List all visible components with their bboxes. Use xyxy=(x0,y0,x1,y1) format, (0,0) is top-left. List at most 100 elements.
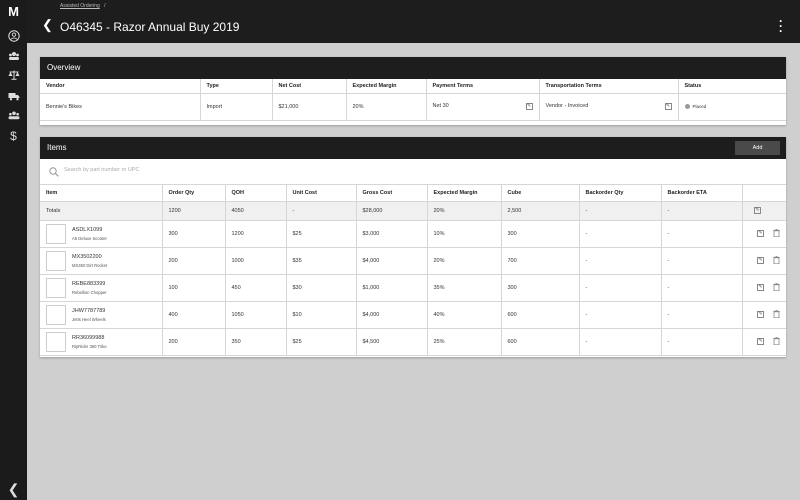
col-net-cost: Net Cost xyxy=(272,79,347,94)
edit-transport-terms-icon[interactable]: ✎ xyxy=(664,103,672,110)
overview-card: Overview Vendor Type Net Cost Expected M… xyxy=(40,57,786,125)
edit-icon[interactable]: ✎ xyxy=(757,257,764,264)
col-payment-terms: Payment Terms xyxy=(426,79,540,94)
edit-icon[interactable]: ✎ xyxy=(757,338,764,345)
trash-icon[interactable] xyxy=(773,282,780,293)
item-cell: MX3502200 MX350 Dirt Rocket xyxy=(40,247,163,275)
app-logo[interactable]: M xyxy=(0,5,27,19)
group-icon[interactable] xyxy=(0,51,27,65)
edit-totals-icon[interactable]: ✎ xyxy=(753,207,761,214)
item-backorder-qty: - xyxy=(579,247,662,275)
edit-payment-terms-icon[interactable]: ✎ xyxy=(525,103,533,110)
col-backorder-eta: Backorder ETA xyxy=(661,185,743,202)
totals-qoh: 4050 xyxy=(225,201,287,221)
status-cell: Placed xyxy=(678,93,786,121)
status-badge: Placed xyxy=(692,103,707,109)
item-gross-cost: $4,000 xyxy=(356,301,428,329)
item-actions: ✎ xyxy=(742,247,786,275)
item-thumbnail xyxy=(46,331,66,352)
table-row[interactable]: RR36099988 RipRider 360 Trike 200 350 $25 $4,… xyxy=(40,328,786,356)
item-cube: 600 xyxy=(501,301,580,329)
item-margin: 40% xyxy=(427,301,502,329)
item-actions: ✎ xyxy=(742,328,786,356)
col-order-qty: Order Qty xyxy=(162,185,226,202)
item-gross-cost: $3,000 xyxy=(356,220,428,248)
item-thumbnail xyxy=(46,250,66,271)
item-backorder-eta: - xyxy=(661,220,743,248)
totals-margin: 20% xyxy=(427,201,502,221)
table-row[interactable]: REBE883399 Rebellion Chopper 100 450 $30 $1,0… xyxy=(40,274,786,302)
item-cube: 300 xyxy=(501,274,580,302)
item-order-qty: 200 xyxy=(162,247,226,275)
item-qoh: 1050 xyxy=(225,301,287,329)
type-value: Import xyxy=(200,93,273,121)
item-gross-cost: $1,000 xyxy=(356,274,428,302)
overview-table: Vendor Type Net Cost Expected Margin Pay… xyxy=(40,79,786,121)
item-sku[interactable]: MX3502200 xyxy=(72,254,107,260)
item-backorder-qty: - xyxy=(579,274,662,302)
item-cell: JHW7787789 Jetts Heel Wheels xyxy=(40,301,163,329)
item-sku[interactable]: JHW7787789 xyxy=(72,308,106,314)
col-transportation-terms: Transportation Terms xyxy=(539,79,679,94)
item-qoh: 1000 xyxy=(225,247,287,275)
item-description: Jetts Heel Wheels xyxy=(72,316,106,322)
collapse-rail-icon[interactable]: ❮ xyxy=(0,482,27,496)
overview-title: Overview xyxy=(40,57,786,79)
add-item-button[interactable]: Add xyxy=(735,141,780,155)
page-title: O46345 - Razor Annual Buy 2019 xyxy=(60,20,240,34)
breadcrumb: Assisted Ordering / xyxy=(60,3,106,9)
item-backorder-eta: - xyxy=(661,247,743,275)
payment-terms-cell: Net 30 ✎ xyxy=(426,93,540,121)
item-margin: 20% xyxy=(427,247,502,275)
item-cell: ASDLX1099 A5 Deluxe Scooter xyxy=(40,220,163,248)
item-sku[interactable]: ASDLX1099 xyxy=(72,227,107,233)
person-icon[interactable] xyxy=(0,30,27,46)
table-row[interactable]: MX3502200 MX350 Dirt Rocket 200 1000 $35 $4,0… xyxy=(40,247,786,275)
item-actions: ✎ xyxy=(742,301,786,329)
col-qoh: QOH xyxy=(225,185,287,202)
breadcrumb-link-assisted-ordering[interactable]: Assisted Ordering xyxy=(60,3,100,9)
item-description: MX350 Dirt Rocket xyxy=(72,262,108,268)
overview-row: Bennie's Bikes Import $21,000 20% Net 30… xyxy=(40,93,786,121)
edit-icon[interactable]: ✎ xyxy=(757,230,764,237)
item-backorder-eta: - xyxy=(661,274,743,302)
item-description: A5 Deluxe Scooter xyxy=(72,235,107,241)
item-cube: 700 xyxy=(501,247,580,275)
item-cube: 600 xyxy=(501,328,580,356)
people-icon[interactable] xyxy=(0,110,27,124)
item-gross-cost: $4,500 xyxy=(356,328,428,356)
item-unit-cost: $30 xyxy=(286,274,357,302)
items-table: Item Order Qty QOH Unit Cost Gross Cost … xyxy=(40,185,786,356)
col-gross-cost: Gross Cost xyxy=(356,185,428,202)
back-arrow-icon[interactable]: ❮ xyxy=(42,18,53,31)
transport-terms-cell: Vendor - Invoiced ✎ xyxy=(539,93,679,121)
trash-icon[interactable] xyxy=(773,309,780,320)
more-options-icon[interactable]: · · · xyxy=(779,15,783,37)
scale-icon[interactable] xyxy=(0,70,27,84)
edit-icon[interactable]: ✎ xyxy=(757,311,764,318)
item-backorder-eta: - xyxy=(661,301,743,329)
margin-value: 20% xyxy=(346,93,427,121)
search-input[interactable] xyxy=(64,167,364,173)
dollar-icon[interactable]: $ xyxy=(0,129,27,143)
item-sku[interactable]: REBE883399 xyxy=(72,281,107,287)
col-unit-cost: Unit Cost xyxy=(286,185,357,202)
trash-icon[interactable] xyxy=(773,336,780,347)
table-row[interactable]: ASDLX1099 A5 Deluxe Scooter 300 1200 $25 $3,0… xyxy=(40,220,786,248)
item-qoh: 450 xyxy=(225,274,287,302)
item-sku[interactable]: RR36099988 xyxy=(72,335,107,341)
items-header: Items Add xyxy=(40,137,786,159)
trash-icon[interactable] xyxy=(773,255,780,266)
col-backorder-qty: Backorder Qty xyxy=(579,185,662,202)
item-margin: 35% xyxy=(427,274,502,302)
item-thumbnail xyxy=(46,223,66,244)
totals-cube: 2,500 xyxy=(501,201,580,221)
item-unit-cost: $25 xyxy=(286,328,357,356)
item-description: RipRider 360 Trike xyxy=(72,343,107,349)
trash-icon[interactable] xyxy=(773,228,780,239)
table-row[interactable]: JHW7787789 Jetts Heel Wheels 400 1050 $10 $4,… xyxy=(40,301,786,329)
edit-icon[interactable]: ✎ xyxy=(757,284,764,291)
truck-icon[interactable] xyxy=(0,91,27,105)
item-qoh: 350 xyxy=(225,328,287,356)
item-unit-cost: $10 xyxy=(286,301,357,329)
